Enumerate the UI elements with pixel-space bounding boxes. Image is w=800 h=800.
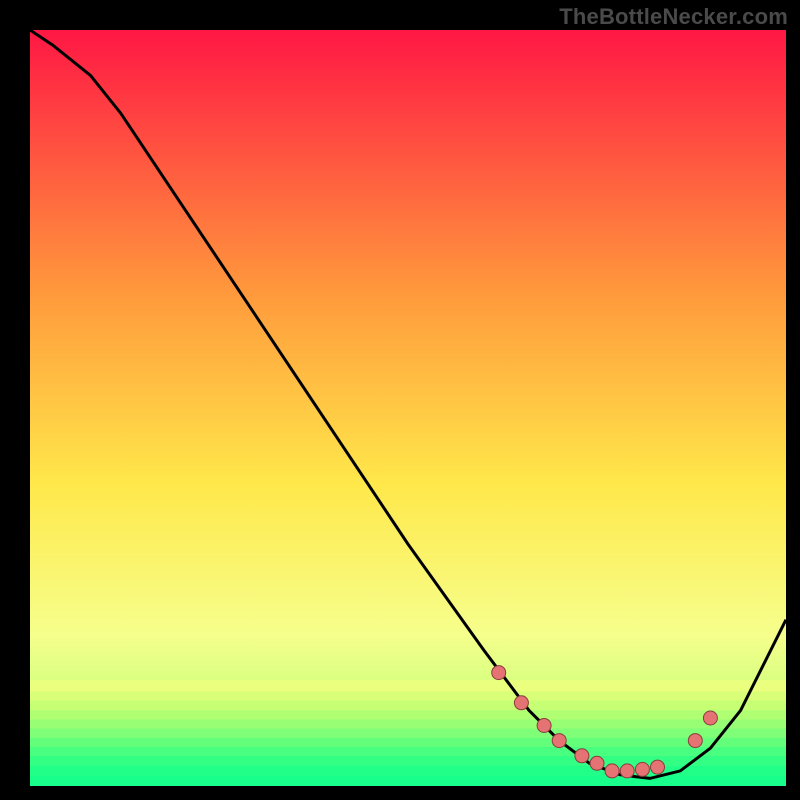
marker-point	[492, 666, 506, 680]
plot-area	[30, 30, 786, 786]
marker-point	[651, 760, 665, 774]
marker-point	[590, 756, 604, 770]
marker-point	[620, 764, 634, 778]
marker-point	[575, 749, 589, 763]
marker-point	[635, 762, 649, 776]
marker-point	[605, 764, 619, 778]
gradient-band	[30, 775, 786, 786]
gradient-band	[30, 692, 786, 701]
marker-point	[703, 711, 717, 725]
gradient-band	[30, 720, 786, 729]
marker-point	[537, 719, 551, 733]
gradient-band	[30, 701, 786, 710]
gradient-background	[30, 30, 786, 786]
gradient-band	[30, 729, 786, 738]
marker-point	[514, 696, 528, 710]
chart-frame: TheBottleNecker.com	[0, 0, 800, 800]
gradient-band	[30, 680, 786, 691]
gradient-band	[30, 738, 786, 747]
marker-point	[688, 734, 702, 748]
gradient-band	[30, 710, 786, 719]
gradient-band	[30, 756, 786, 766]
chart-svg	[30, 30, 786, 786]
watermark-text: TheBottleNecker.com	[559, 4, 788, 30]
bottom-bands	[30, 680, 786, 786]
gradient-band	[30, 747, 786, 756]
marker-point	[552, 734, 566, 748]
